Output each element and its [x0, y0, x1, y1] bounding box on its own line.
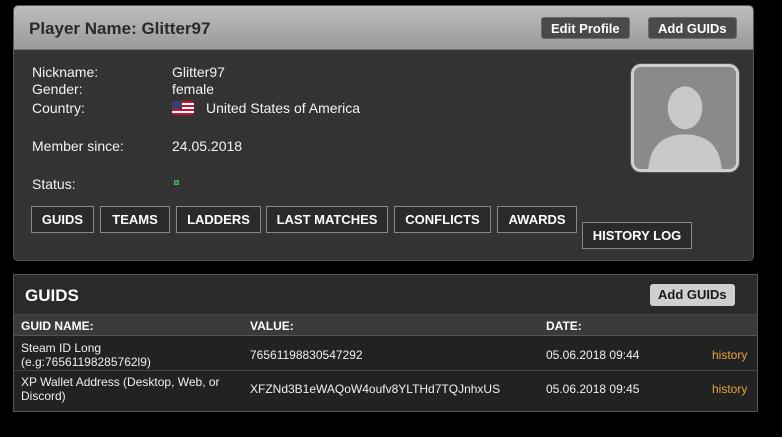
gender-value: female: [172, 81, 215, 97]
player-profile-panel: Player Name: Glitter97 Edit Profile Add …: [13, 5, 754, 261]
tab-awards[interactable]: AWARDS: [497, 206, 577, 233]
avatar: [631, 64, 739, 172]
table-row: Steam ID Long (e.g:76561198285762l9) 765…: [14, 338, 757, 371]
guid-value-cell: XFZNd3B1eWAQoW4oufv8YLTHd7TQJnhxUS: [250, 382, 501, 396]
nickname-value: Glitter97: [172, 64, 225, 80]
guids-header: GUIDS Add GUIDs: [14, 275, 757, 315]
guid-value-cell: 76561198830547292: [250, 348, 363, 362]
table-row: XP Wallet Address (Desktop, Web, or Disc…: [14, 372, 757, 405]
guids-title: GUIDS: [25, 286, 79, 305]
column-value: VALUE:: [250, 319, 294, 333]
guid-name-cell: Steam ID Long (e.g:76561198285762l9): [21, 341, 246, 369]
tab-conflicts[interactable]: CONFLICTS: [394, 206, 491, 233]
status-label: Status:: [32, 176, 76, 192]
edit-profile-button[interactable]: Edit Profile: [541, 17, 630, 39]
tab-last-matches[interactable]: LAST MATCHES: [266, 206, 388, 233]
tab-ladders[interactable]: LADDERS: [176, 206, 261, 233]
country-value: United States of America: [206, 100, 361, 116]
gender-label: Gender:: [32, 81, 83, 97]
guid-name-cell: XP Wallet Address (Desktop, Web, or Disc…: [21, 375, 246, 403]
history-link[interactable]: history: [712, 348, 747, 362]
nickname-label: Nickname:: [32, 64, 99, 80]
tab-history-log[interactable]: HISTORY LOG: [582, 222, 692, 249]
guids-panel: GUIDS Add GUIDs GUID NAME: VALUE: DATE: …: [13, 274, 758, 412]
member-since-label: Member since:: [32, 138, 124, 154]
page-title: Player Name: Glitter97: [29, 19, 211, 38]
profile-header: Player Name: Glitter97 Edit Profile Add …: [14, 6, 753, 50]
tab-teams[interactable]: TEAMS: [100, 206, 170, 233]
member-since-value: 24.05.2018: [172, 138, 243, 154]
add-guids-button[interactable]: Add GUIDs: [648, 17, 737, 39]
status-indicator: [174, 180, 179, 185]
guid-date-cell: 05.06.2018 09:45: [546, 382, 640, 396]
default-avatar-icon: [634, 67, 736, 169]
column-date: DATE:: [546, 319, 582, 333]
guid-name-line2: (e.g:76561198285762l9): [21, 355, 151, 369]
guid-date-cell: 05.06.2018 09:44: [546, 348, 640, 362]
us-flag-icon: [172, 101, 194, 115]
history-link[interactable]: history: [712, 382, 747, 396]
add-guids-button-secondary[interactable]: Add GUIDs: [650, 284, 735, 306]
guid-name-line2: Discord): [21, 389, 66, 403]
country-label: Country:: [32, 100, 85, 116]
tab-guids[interactable]: GUIDS: [31, 206, 94, 233]
column-guid-name: GUID NAME:: [21, 319, 94, 333]
guids-table-header: GUID NAME: VALUE: DATE:: [14, 315, 757, 336]
guid-name-line1: XP Wallet Address (Desktop, Web, or: [21, 375, 220, 389]
guid-name-line1: Steam ID Long: [21, 341, 102, 355]
